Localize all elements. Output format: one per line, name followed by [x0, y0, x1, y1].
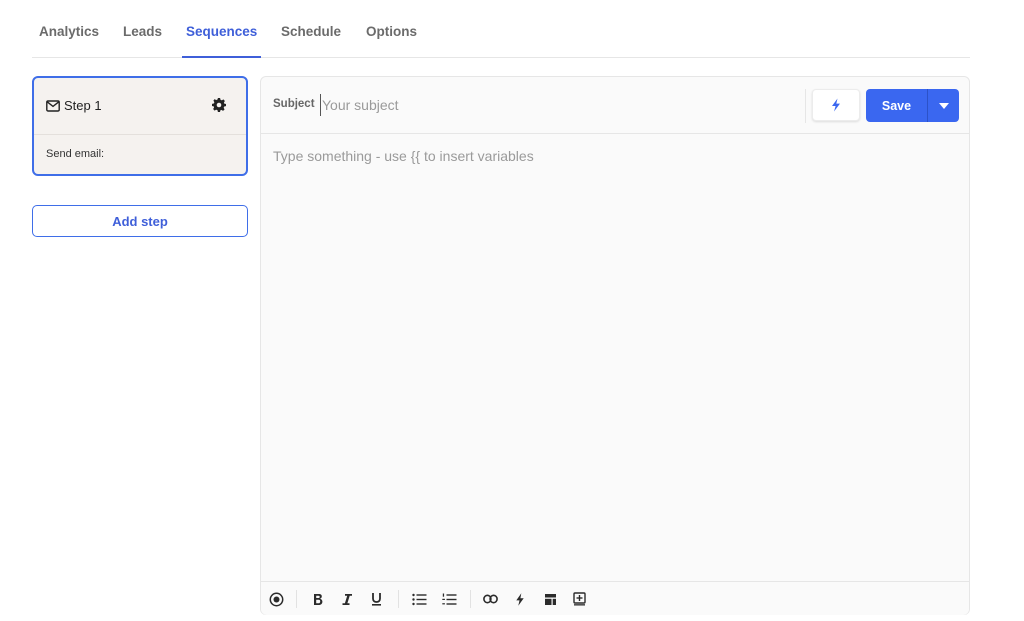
toolbar-divider — [398, 590, 399, 608]
subject-label: Subject — [273, 98, 315, 110]
save-button-group: Save — [866, 89, 959, 122]
add-step-button[interactable]: Add step — [32, 205, 248, 237]
bolt-icon[interactable] — [512, 591, 528, 607]
tab-schedule[interactable]: Schedule — [281, 24, 341, 58]
caret-down-icon — [938, 102, 949, 109]
italic-icon[interactable] — [339, 591, 355, 607]
toolbar-divider — [296, 590, 297, 608]
email-editor: Subject Save Type something - use {{ to … — [260, 76, 970, 615]
email-body-editor[interactable]: Type something - use {{ to insert variab… — [261, 134, 969, 581]
divider — [805, 89, 806, 123]
step-header: Step 1 — [34, 78, 246, 135]
mail-icon — [46, 100, 60, 112]
bolt-icon — [832, 98, 840, 112]
underline-icon[interactable] — [368, 591, 384, 607]
add-block-icon[interactable] — [571, 591, 587, 607]
template-icon[interactable] — [542, 591, 558, 607]
bulleted-list-icon[interactable] — [411, 591, 427, 607]
tab-leads[interactable]: Leads — [123, 24, 162, 58]
formatting-toolbar — [261, 581, 969, 615]
link-icon[interactable] — [482, 591, 498, 607]
tab-analytics[interactable]: Analytics — [39, 24, 99, 58]
subject-row: Subject Save — [261, 77, 969, 134]
toolbar-divider — [470, 590, 471, 608]
gear-icon[interactable] — [211, 97, 227, 113]
save-button[interactable]: Save — [866, 89, 928, 122]
save-options-dropdown[interactable] — [928, 89, 959, 122]
tab-sequences[interactable]: Sequences — [181, 24, 262, 58]
tab-options[interactable]: Options — [366, 24, 417, 58]
subject-input[interactable] — [320, 94, 800, 116]
step-title: Step 1 — [64, 98, 102, 113]
numbered-list-icon[interactable] — [441, 591, 457, 607]
tab-bar: Analytics Leads Sequences Schedule Optio… — [32, 0, 970, 58]
step-card[interactable]: Step 1 Send email: — [32, 76, 248, 176]
insert-variable-button[interactable] — [812, 89, 860, 121]
body-placeholder: Type something - use {{ to insert variab… — [273, 148, 534, 164]
bold-icon[interactable] — [310, 591, 326, 607]
ai-icon[interactable] — [268, 591, 284, 607]
step-description: Send email: — [46, 148, 105, 160]
